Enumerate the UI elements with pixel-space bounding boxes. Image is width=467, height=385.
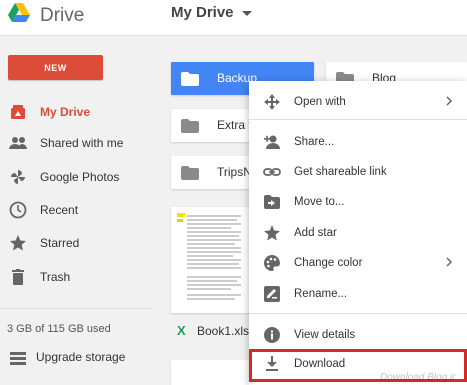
menu-item-share[interactable]: Share...	[249, 128, 467, 156]
move-folder-icon	[264, 195, 280, 209]
sidebar-item-starred[interactable]: Starred	[0, 231, 153, 255]
file-item[interactable]: X Book1.xlsx	[177, 323, 256, 339]
excel-icon: X	[177, 323, 186, 338]
upgrade-storage-link[interactable]: Upgrade storage	[0, 346, 153, 370]
menu-item-move-to[interactable]: Move to...	[249, 188, 467, 216]
top-bar: Drive My Drive	[0, 0, 467, 36]
folder-icon	[181, 119, 199, 133]
menu-item-label: View details	[294, 329, 356, 341]
link-icon	[263, 168, 281, 176]
menu-item-rename[interactable]: Rename...	[249, 280, 467, 308]
sidebar-item-label: Trash	[40, 270, 71, 284]
sidebar-item-shared[interactable]: Shared with me	[0, 131, 153, 155]
download-icon	[266, 356, 278, 371]
app-title: Drive	[40, 5, 85, 26]
menu-item-label: Open with	[294, 96, 346, 108]
file-thumbnail[interactable]	[171, 207, 251, 313]
menu-item-view-details[interactable]: View details	[249, 321, 467, 349]
menu-divider	[249, 313, 467, 314]
chevron-right-icon	[446, 96, 453, 106]
breadcrumb[interactable]: My Drive	[171, 4, 252, 21]
menu-item-label: Move to...	[294, 196, 345, 208]
menu-divider	[249, 119, 467, 120]
star-icon	[264, 225, 280, 241]
menu-item-label: Download	[294, 358, 346, 370]
folder-icon	[181, 72, 199, 86]
sidebar-item-photos[interactable]: Google Photos	[0, 165, 153, 189]
menu-item-change-color[interactable]: Change color	[249, 249, 467, 277]
sidebar: NEW My Drive Shared with me Google Photo…	[0, 36, 153, 385]
rename-icon	[264, 286, 280, 302]
menu-item-label: Rename...	[294, 288, 348, 300]
folder-name: Extra f	[217, 118, 252, 132]
menu-item-open-with[interactable]: Open with	[249, 88, 467, 116]
my-drive-icon	[11, 105, 25, 119]
menu-item-label: Add star	[294, 227, 337, 239]
sidebar-item-label: Recent	[40, 203, 79, 217]
context-menu: Open with Share... Get shareable link Mo…	[249, 81, 467, 385]
chevron-right-icon	[446, 257, 453, 267]
info-icon	[264, 327, 280, 343]
sidebar-item-my-drive[interactable]: My Drive	[0, 100, 153, 124]
sidebar-item-trash[interactable]: Trash	[0, 265, 153, 289]
folder-icon	[181, 166, 199, 180]
share-person-icon	[264, 135, 280, 149]
menu-item-label: Change color	[294, 257, 363, 269]
menu-item-label: Share...	[294, 136, 335, 148]
storage-icon	[10, 352, 26, 365]
menu-item-add-star[interactable]: Add star	[249, 219, 467, 247]
sidebar-divider	[0, 308, 153, 309]
drive-logo-icon[interactable]	[8, 3, 30, 23]
open-with-icon	[264, 94, 280, 110]
star-icon	[10, 235, 26, 251]
sidebar-item-label: Starred	[40, 236, 80, 250]
storage-usage: 3 GB of 115 GB used	[7, 323, 111, 335]
trash-icon	[12, 269, 24, 285]
file-name: Book1.xlsx	[197, 324, 256, 338]
sidebar-item-label: My Drive	[40, 105, 91, 119]
menu-item-label: Get shareable link	[294, 166, 387, 178]
upgrade-storage-label: Upgrade storage	[36, 350, 126, 364]
spreadsheet-preview-icon	[177, 213, 241, 300]
palette-icon	[264, 255, 280, 271]
file-thumbnail[interactable]	[171, 360, 251, 385]
watermark-text: Download.Blog.ir	[380, 372, 456, 383]
sidebar-item-label: Google Photos	[40, 170, 120, 184]
new-button[interactable]: NEW	[8, 55, 103, 80]
chevron-down-icon	[241, 11, 252, 16]
pinwheel-icon	[11, 170, 25, 184]
people-icon	[9, 137, 27, 149]
folder-name: TripsN	[217, 165, 252, 179]
breadcrumb-label: My Drive	[171, 4, 234, 21]
sidebar-item-label: Shared with me	[40, 136, 124, 150]
clock-icon	[9, 201, 27, 219]
menu-item-get-link[interactable]: Get shareable link	[249, 158, 467, 186]
sidebar-item-recent[interactable]: Recent	[0, 198, 153, 222]
